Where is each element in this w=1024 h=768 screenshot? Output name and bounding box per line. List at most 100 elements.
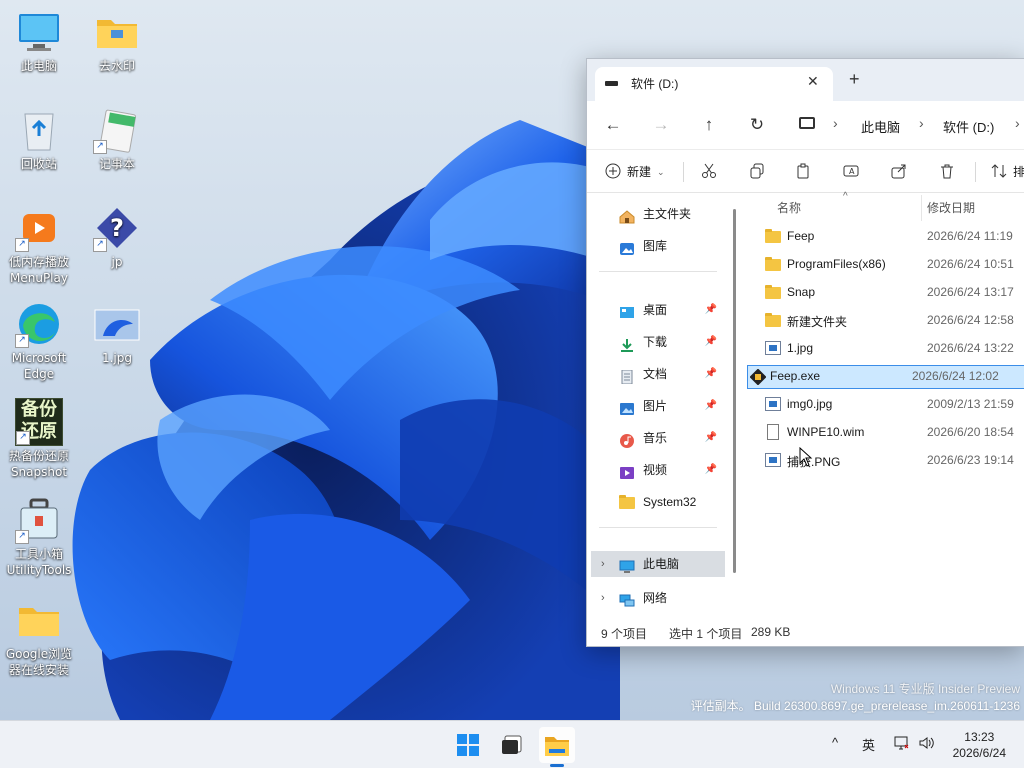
close-tab-icon[interactable]: ✕: [807, 73, 819, 90]
status-item-count: 9 个项目: [601, 627, 648, 641]
breadcrumb-drive-d[interactable]: 软件 (D:): [943, 117, 994, 136]
desktop-icon-edge[interactable]: ↗ Microsoft Edge: [0, 300, 78, 382]
pin-icon[interactable]: 📌: [705, 393, 717, 419]
folder-icon: [619, 495, 635, 509]
file-row[interactable]: img0.jpg 2009/2/13 21:59: [759, 393, 1024, 417]
navigation-bar: ← → ↑ ↻ › 此电脑 › 软件 (D:) ›: [587, 101, 1024, 149]
chevron-right-icon[interactable]: ›: [601, 585, 605, 611]
pin-icon[interactable]: 📌: [705, 297, 717, 323]
unknown-file-icon: ? ↗: [93, 204, 141, 252]
desktop-icon-notepad[interactable]: ↗ 记事本: [78, 106, 156, 172]
file-row[interactable]: 新建文件夹 2026/6/24 12:58: [759, 309, 1024, 333]
file-row[interactable]: ProgramFiles(x86) 2026/6/24 10:51: [759, 253, 1024, 277]
nav-item-documents[interactable]: 文档 📌: [591, 361, 725, 387]
media-player-icon: ↗: [15, 204, 63, 252]
pin-icon[interactable]: 📌: [705, 329, 717, 355]
drive-icon: [605, 81, 618, 86]
svg-text:?: ?: [110, 214, 124, 242]
refresh-button[interactable]: ↻: [745, 113, 769, 137]
file-row[interactable]: 1.jpg 2026/6/24 13:22: [759, 337, 1024, 361]
image-file-icon: [93, 300, 141, 348]
folder-icon: [765, 285, 781, 299]
desktop-icon-1jpg[interactable]: 1.jpg: [78, 300, 156, 366]
breadcrumb-chevron-icon[interactable]: ›: [1015, 115, 1020, 131]
column-header-modified[interactable]: 修改日期: [927, 199, 975, 216]
nav-item-videos[interactable]: 视频 📌: [591, 457, 725, 483]
up-button[interactable]: ↑: [697, 113, 721, 137]
sort-button[interactable]: 排: [991, 161, 1024, 183]
nav-item-downloads[interactable]: 下载 📌: [591, 329, 725, 355]
forward-button[interactable]: →: [649, 113, 673, 137]
file-row-selected[interactable]: Feep.exe 2026/6/24 12:02: [747, 365, 1024, 389]
desktop-icon-google-installer[interactable]: Google浏览 器在线安装: [0, 596, 78, 678]
ime-indicator[interactable]: 英: [862, 735, 875, 754]
paste-button[interactable]: [795, 161, 813, 183]
nav-item-this-pc[interactable]: › 此电脑: [591, 551, 725, 577]
nav-item-system32[interactable]: System32: [591, 489, 725, 515]
cut-button[interactable]: [701, 161, 719, 183]
nav-item-home[interactable]: 主文件夹: [591, 201, 725, 227]
desktop-icon-utilitytools[interactable]: ↗ 工具小箱 UtilityTools: [0, 496, 78, 578]
chevron-right-icon[interactable]: ›: [601, 551, 605, 577]
share-button[interactable]: [891, 161, 909, 183]
add-icon: [605, 163, 621, 179]
desktop-icon-watermark-remover[interactable]: 去水印: [78, 8, 156, 74]
pin-icon[interactable]: 📌: [705, 361, 717, 387]
pictures-icon: [619, 399, 635, 415]
network-status-icon[interactable]: [894, 735, 910, 754]
new-button[interactable]: 新建 ⌄: [605, 161, 669, 183]
tab-software-d[interactable]: 软件 (D:) ✕: [595, 67, 833, 101]
show-hidden-icons-chevron-icon[interactable]: ^: [832, 735, 838, 750]
desktop-icon-jp[interactable]: ? ↗ jp: [78, 204, 156, 270]
desktop-icon-this-pc[interactable]: 此电脑: [0, 8, 78, 74]
shortcut-arrow-icon: ↗: [93, 238, 107, 252]
nav-pane-scrollbar[interactable]: [733, 209, 736, 573]
back-button[interactable]: ←: [601, 113, 625, 137]
file-row[interactable]: Snap 2026/6/24 13:17: [759, 281, 1024, 305]
desktop-icon-snapshot[interactable]: 备份 还原 ↗ 热备份还原 Snapshot: [0, 398, 78, 480]
tab-title: 软件 (D:): [631, 77, 679, 91]
pin-icon[interactable]: 📌: [705, 425, 717, 451]
desktop-icon-recycle-bin[interactable]: 回收站: [0, 106, 78, 172]
pin-icon[interactable]: 📌: [705, 457, 717, 483]
watermark-edition: Windows 11 专业版 Insider Preview: [830, 682, 1020, 696]
rename-button[interactable]: A: [843, 161, 861, 183]
new-tab-button[interactable]: +: [849, 69, 860, 90]
this-pc-location-icon[interactable]: [799, 117, 815, 129]
video-icon: [619, 463, 635, 479]
nav-item-pictures[interactable]: 图片 📌: [591, 393, 725, 419]
copy-button[interactable]: [749, 161, 767, 183]
start-button[interactable]: [450, 727, 486, 763]
image-file-icon: [765, 397, 781, 411]
copy-icon: [750, 163, 764, 179]
breadcrumb-this-pc[interactable]: 此电脑: [861, 117, 900, 136]
clock-time: 13:23: [964, 730, 995, 744]
system-clock[interactable]: 13:23 2026/6/24: [953, 729, 1006, 761]
delete-button[interactable]: [939, 161, 957, 183]
nav-item-desktop[interactable]: 桌面 📌: [591, 297, 725, 323]
shortcut-arrow-icon: ↗: [16, 431, 30, 445]
computer-icon: [15, 8, 63, 56]
desktop-icon-menuplay[interactable]: ↗ 低内存播放 MenuPlay: [0, 204, 78, 286]
file-explorer-icon: [545, 737, 569, 756]
recycle-bin-icon: [15, 106, 63, 154]
column-divider[interactable]: [921, 195, 922, 221]
shortcut-arrow-icon: ↗: [15, 530, 29, 544]
shortcut-arrow-icon: ↗: [93, 140, 107, 154]
nav-item-network[interactable]: › 网络: [591, 585, 725, 611]
desktop-icon: [619, 303, 635, 318]
folder-icon: [765, 257, 781, 271]
column-header-name[interactable]: 名称: [777, 199, 801, 216]
nav-item-gallery[interactable]: 图库: [591, 233, 725, 259]
nav-item-music[interactable]: 音乐 📌: [591, 425, 725, 451]
breadcrumb-chevron-icon[interactable]: ›: [919, 115, 924, 131]
task-view-button[interactable]: [494, 727, 530, 763]
file-explorer-window[interactable]: 软件 (D:) ✕ + ← → ↑ ↻ › 此电脑 › 软件 (D:) › 新建…: [586, 58, 1024, 647]
file-explorer-taskbar-button[interactable]: [539, 727, 575, 763]
file-row[interactable]: WINPE10.wim 2026/6/20 18:54: [759, 421, 1024, 445]
volume-icon[interactable]: [918, 735, 936, 754]
file-row[interactable]: Feep 2026/6/24 11:19: [759, 225, 1024, 249]
breadcrumb-chevron-icon[interactable]: ›: [833, 115, 838, 131]
executable-icon: [749, 368, 767, 386]
title-bar[interactable]: 软件 (D:) ✕ +: [587, 59, 1024, 101]
